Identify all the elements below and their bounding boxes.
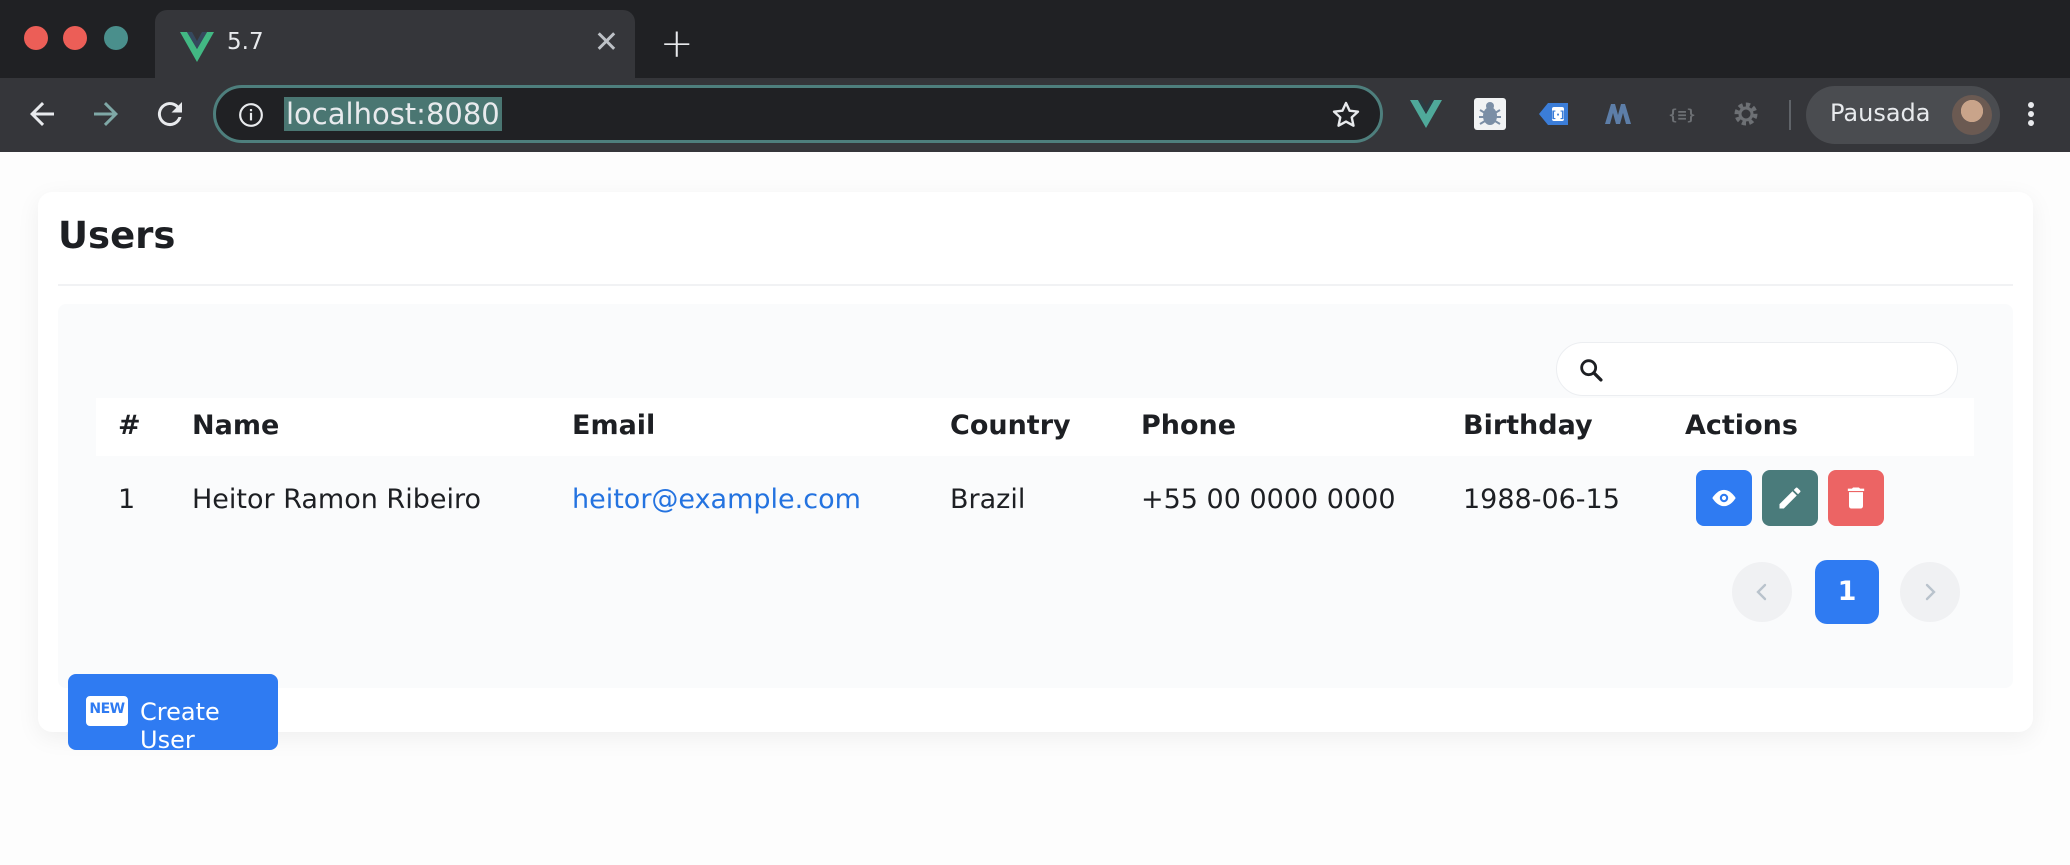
kebab-menu-icon[interactable] — [2016, 96, 2046, 132]
m-icon[interactable] — [1600, 96, 1636, 132]
tag-icon[interactable]: [·] — [1536, 96, 1572, 132]
reload-icon[interactable] — [152, 96, 188, 132]
create-user-label: Create User — [140, 698, 220, 754]
search-icon — [1580, 359, 1603, 382]
address-bar[interactable]: localhost:8080 — [213, 85, 1383, 143]
url-text[interactable]: localhost:8080 — [284, 97, 502, 131]
toolbar-divider — [1789, 100, 1791, 130]
column-header-country[interactable]: Country — [950, 410, 1071, 441]
column-header-birthday[interactable]: Birthday — [1463, 410, 1593, 441]
cell-country: Brazil — [950, 484, 1026, 515]
create-user-button[interactable]: NEW Create User — [68, 674, 278, 754]
next-page-button[interactable] — [1900, 562, 1960, 622]
maximize-window-button[interactable] — [104, 26, 128, 50]
vue-logo-icon — [180, 32, 214, 62]
column-header-email[interactable]: Email — [572, 410, 655, 441]
cell-name: Heitor Ramon Ribeiro — [192, 484, 481, 515]
profile-label: Pausada — [1830, 99, 1931, 127]
trash-icon — [1847, 487, 1865, 509]
browser-tab[interactable]: 5.7 ✕ — [155, 10, 635, 78]
pencil-icon — [1779, 487, 1801, 509]
page-title: Users — [58, 214, 176, 257]
cell-index: 1 — [118, 484, 136, 515]
json-icon[interactable]: {≡} — [1664, 96, 1700, 132]
previous-page-button[interactable] — [1732, 562, 1792, 622]
svg-text:[·]: [·] — [1552, 110, 1565, 121]
close-window-button[interactable] — [24, 26, 48, 50]
column-header-index[interactable]: # — [118, 410, 141, 441]
bug-icon[interactable] — [1472, 96, 1508, 132]
search-input[interactable] — [1617, 351, 1937, 387]
page-1-button[interactable]: 1 — [1815, 560, 1879, 624]
profile-button[interactable]: Pausada — [1806, 86, 2000, 144]
title-divider — [58, 284, 2013, 286]
column-header-name[interactable]: Name — [192, 410, 279, 441]
new-badge-icon: NEW — [86, 696, 128, 726]
new-tab-button[interactable]: + — [660, 24, 694, 64]
back-arrow-icon[interactable] — [24, 96, 60, 132]
column-header-phone[interactable]: Phone — [1141, 410, 1236, 441]
chevron-right-icon — [1925, 583, 1936, 601]
bookmark-star-icon[interactable] — [1330, 99, 1362, 131]
browser-titlebar: 5.7 ✕ + — [0, 0, 2070, 78]
info-icon[interactable] — [238, 102, 264, 128]
avatar — [1952, 95, 1992, 135]
chevron-left-icon — [1756, 583, 1767, 601]
browser-toolbar: localhost:8080 [·] {≡} Pausada — [0, 78, 2070, 152]
delete-user-button[interactable] — [1828, 470, 1884, 526]
column-header-actions: Actions — [1685, 410, 1798, 441]
search-field[interactable] — [1556, 342, 1958, 396]
new-badge-text: NEW — [89, 701, 125, 717]
cell-birthday: 1988-06-15 — [1463, 484, 1620, 515]
cell-phone: +55 00 0000 0000 — [1141, 484, 1396, 515]
users-card: Users — [38, 192, 2033, 732]
svg-text:{≡}: {≡} — [1668, 106, 1695, 124]
minimize-window-button[interactable] — [63, 26, 87, 50]
tab-close-icon[interactable]: ✕ — [594, 28, 619, 58]
tab-title: 5.7 — [227, 29, 264, 55]
view-user-button[interactable] — [1696, 470, 1752, 526]
gear-icon[interactable] — [1728, 96, 1764, 132]
edit-user-button[interactable] — [1762, 470, 1818, 526]
forward-arrow-icon[interactable] — [88, 96, 124, 132]
eye-icon — [1712, 489, 1736, 507]
vue-devtools-icon[interactable] — [1408, 96, 1444, 132]
cell-email-link[interactable]: heitor@example.com — [572, 484, 861, 515]
